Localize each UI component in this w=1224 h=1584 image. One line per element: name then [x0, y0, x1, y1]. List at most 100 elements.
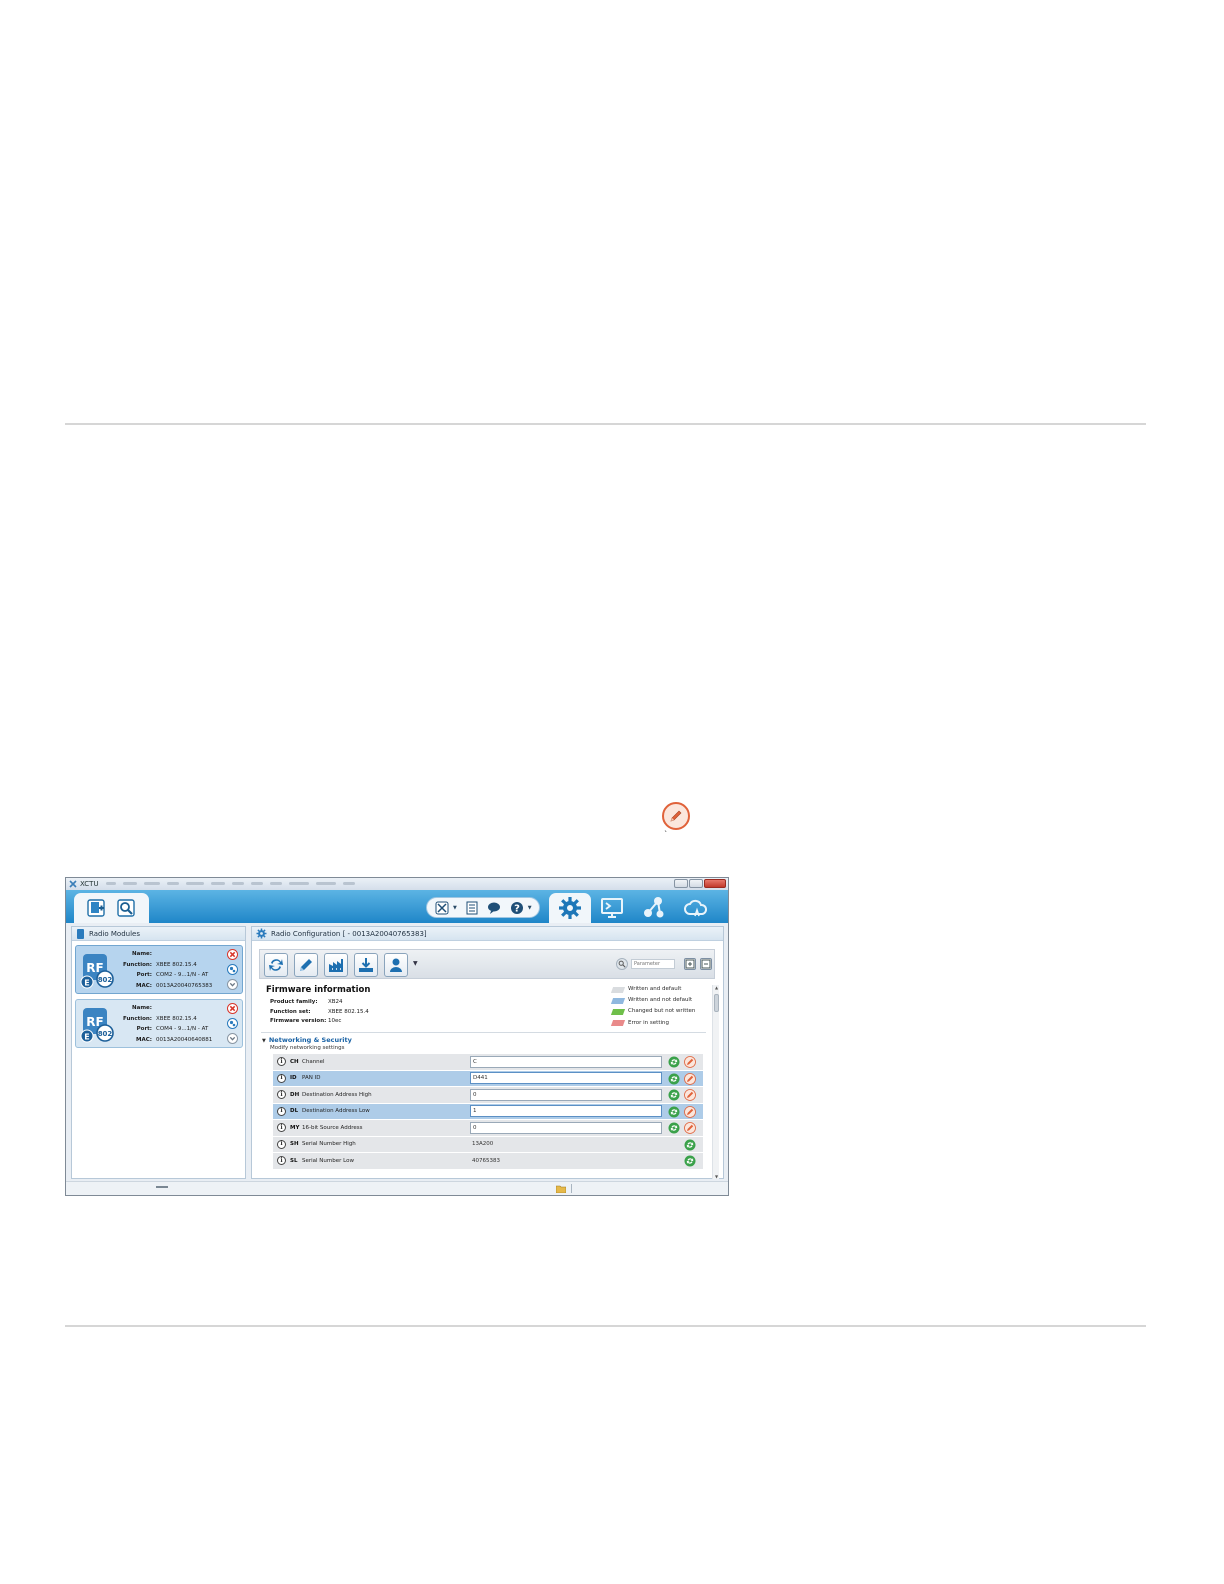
remove-module-button[interactable] — [226, 1003, 238, 1014]
networking-security-section-toggle[interactable]: ▼ Networking & Security — [262, 1036, 352, 1044]
parameter-search — [616, 958, 678, 970]
discover-devices-button[interactable] — [114, 896, 138, 920]
xbee-module-icon: RF E 802 — [80, 954, 114, 989]
consoles-mode-tab[interactable] — [591, 893, 633, 923]
parameter-code: SL — [290, 1157, 298, 1164]
horizontal-rule-top — [65, 423, 1146, 425]
vertical-scrollbar[interactable]: ▲ ▼ — [712, 985, 719, 1179]
svg-text:802: 802 — [98, 976, 113, 984]
function-set-value: XBEE 802.15.4 — [328, 1008, 369, 1015]
search-network-icon — [226, 1018, 238, 1029]
info-icon[interactable]: i — [277, 1106, 286, 1116]
write-parameter-button[interactable] — [684, 1105, 696, 1118]
parameter-code: CH — [290, 1058, 299, 1065]
radio-modules-panel: Radio Modules RF E 802 Name: Function: XB… — [71, 926, 246, 1179]
refresh-icon — [269, 959, 283, 971]
parameter-code: DL — [290, 1108, 299, 1115]
read-settings-button[interactable] — [264, 953, 288, 977]
write-parameter-button[interactable] — [684, 1056, 696, 1068]
expand-all-button[interactable] — [684, 958, 696, 970]
read-parameter-button[interactable] — [668, 1106, 680, 1118]
minimize-button[interactable] — [674, 879, 688, 888]
parameter-name: Channel — [302, 1058, 325, 1065]
radio-module-item[interactable]: RF E 802 Name: Function: XBEE 802.15.4 Po… — [75, 945, 243, 994]
discover-radio-nodes-button[interactable] — [226, 964, 238, 975]
firmware-version-value: 10ec — [328, 1018, 342, 1024]
parameter-value-input[interactable]: C — [470, 1055, 662, 1068]
read-parameter-button[interactable] — [684, 1139, 696, 1151]
add-device-icon — [87, 899, 105, 917]
info-icon[interactable]: i — [277, 1057, 286, 1067]
status-folder-icon[interactable] — [556, 1184, 566, 1193]
write-settings-button[interactable] — [294, 953, 318, 977]
radio-configuration-panel: Radio Configuration [ - 0013A20040765383… — [251, 926, 724, 1179]
menu-bar[interactable] — [106, 882, 456, 886]
chat-icon — [488, 902, 501, 914]
read-parameter-button[interactable] — [684, 1155, 696, 1167]
write-parameter-button[interactable] — [684, 1089, 696, 1101]
configuration-list-button[interactable] — [464, 900, 480, 916]
search-network-icon — [226, 964, 238, 975]
read-parameter-button[interactable] — [668, 1073, 680, 1085]
module-mac: 0013A20040640881 — [156, 1036, 213, 1043]
parameter-search-input[interactable] — [631, 959, 675, 969]
radio-configuration-title: Radio Configuration [ - 0013A20040765383… — [271, 929, 427, 938]
radio-module-item[interactable]: RF E 802 Name: Function: XBEE 802.15.4 Po… — [75, 999, 243, 1048]
read-parameter-button[interactable] — [668, 1122, 680, 1134]
refresh-icon — [668, 1106, 680, 1117]
default-firmware-settings-button[interactable] — [324, 953, 348, 977]
info-icon[interactable]: i — [277, 1139, 286, 1149]
maximize-button[interactable] — [689, 879, 703, 888]
chevron-down-icon — [226, 1033, 238, 1044]
parameter-row[interactable]: i ID PAN ID D441 — [273, 1070, 703, 1087]
tools-button[interactable] — [434, 900, 450, 916]
info-icon[interactable]: i — [277, 1156, 286, 1166]
pencil-icon — [684, 1105, 696, 1118]
add-device-button[interactable] — [84, 896, 108, 920]
radio-configuration-header: Radio Configuration [ - 0013A20040765383… — [252, 927, 723, 941]
remove-module-button[interactable] — [226, 949, 238, 960]
scrollbar-thumb[interactable] — [714, 994, 719, 1012]
write-parameter-button[interactable] — [684, 1072, 696, 1085]
discover-radio-nodes-button[interactable] — [226, 1018, 238, 1029]
parameter-value-input[interactable]: 1 — [470, 1105, 662, 1118]
parameter-value-input[interactable]: D441 — [470, 1072, 662, 1085]
parameter-row[interactable]: i DL Destination Address Low 1 — [273, 1103, 703, 1120]
network-mode-tab[interactable] — [633, 893, 675, 923]
info-icon[interactable]: i — [277, 1073, 286, 1083]
write-parameter-button[interactable] — [684, 1122, 696, 1134]
configuration-mode-tab[interactable] — [549, 893, 591, 923]
info-icon[interactable]: i — [277, 1123, 286, 1133]
parameter-row[interactable]: i DH Destination Address High 0 — [273, 1087, 703, 1104]
scroll-down-icon[interactable]: ▼ — [713, 1174, 720, 1179]
help-caret-icon[interactable]: ▼ — [528, 905, 532, 911]
scroll-up-icon[interactable]: ▲ — [713, 985, 720, 990]
read-parameter-button[interactable] — [668, 1089, 680, 1101]
parameter-row[interactable]: i SH Serial Number High 13A200 — [273, 1136, 703, 1153]
feedback-button[interactable] — [486, 900, 502, 916]
tools-caret-icon[interactable]: ▼ — [453, 905, 457, 911]
collapse-all-button[interactable] — [700, 958, 712, 970]
info-icon[interactable]: i — [277, 1090, 286, 1100]
help-button[interactable]: ? — [509, 900, 525, 916]
window-close-button[interactable] — [704, 879, 726, 888]
legend-swatch — [610, 997, 626, 1004]
cloud-mode-tab[interactable] — [675, 893, 717, 923]
stray-mark: ` — [664, 830, 668, 839]
module-options-button[interactable] — [226, 1033, 238, 1044]
profile-button[interactable] — [384, 953, 408, 977]
parameter-row[interactable]: i SL Serial Number Low 40765383 — [273, 1153, 703, 1170]
parameter-value-input[interactable]: 0 — [470, 1088, 662, 1101]
update-firmware-button[interactable] — [354, 953, 378, 977]
list-icon — [466, 901, 478, 914]
expand-icon — [685, 959, 695, 969]
read-parameter-button[interactable] — [668, 1056, 680, 1068]
tools-icon — [435, 901, 449, 914]
window-title: XCTU — [80, 880, 99, 888]
module-options-button[interactable] — [226, 979, 238, 990]
parameter-name: Serial Number Low — [302, 1157, 354, 1164]
profile-caret-icon[interactable]: ▼ — [413, 960, 418, 967]
parameter-value-input[interactable]: 0 — [470, 1121, 662, 1134]
parameter-row[interactable]: i CH Channel C — [273, 1054, 703, 1071]
parameter-row[interactable]: i MY 16-bit Source Address 0 — [273, 1120, 703, 1137]
